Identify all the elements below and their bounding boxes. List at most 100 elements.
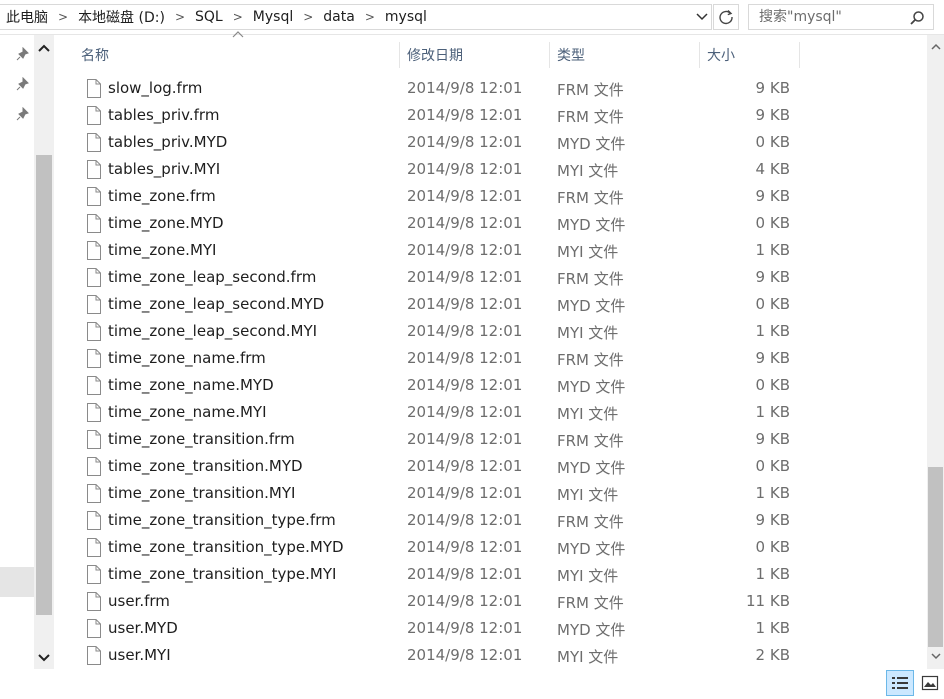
file-type: MYD 文件 (557, 378, 626, 396)
file-modified-date: 2014/9/8 12:01 (407, 430, 523, 448)
file-row[interactable]: time_zone_transition_type.MYI 2014/9/8 1… (72, 561, 928, 588)
file-size: 0 KB (755, 214, 790, 232)
file-icon (87, 295, 101, 314)
scroll-down-button[interactable] (927, 647, 944, 665)
breadcrumb-separator-icon[interactable]: > (171, 10, 189, 24)
file-row[interactable]: time_zone_transition.MYI 2014/9/8 12:01 … (72, 480, 928, 507)
file-type: MYD 文件 (557, 297, 626, 315)
file-name: tables_priv.frm (108, 106, 220, 124)
file-row[interactable]: user.MYI 2014/9/8 12:01 MYI 文件 2 KB (72, 642, 928, 669)
file-list-scrollbar[interactable] (927, 35, 944, 669)
file-type: FRM 文件 (557, 432, 624, 450)
file-name: time_zone.frm (108, 187, 216, 205)
scroll-up-button[interactable] (927, 37, 944, 55)
file-size: 9 KB (755, 511, 790, 529)
file-row[interactable]: time_zone.MYI 2014/9/8 12:01 MYI 文件 1 KB (72, 237, 928, 264)
file-row[interactable]: time_zone_transition_type.frm 2014/9/8 1… (72, 507, 928, 534)
breadcrumb-mysql-folder[interactable]: Mysql (247, 9, 299, 25)
file-row[interactable]: tables_priv.MYD 2014/9/8 12:01 MYD 文件 0 … (72, 129, 928, 156)
breadcrumb-separator-icon[interactable]: > (54, 10, 72, 24)
file-name: time_zone_transition.frm (108, 430, 295, 448)
file-name: time_zone_leap_second.MYI (108, 322, 318, 340)
breadcrumb-separator-icon[interactable]: > (299, 10, 317, 24)
file-name: user.MYI (108, 646, 171, 664)
file-row[interactable]: time_zone.frm 2014/9/8 12:01 FRM 文件 9 KB (72, 183, 928, 210)
breadcrumb-data[interactable]: data (317, 9, 361, 25)
file-name: tables_priv.MYD (108, 133, 228, 151)
breadcrumb-separator-icon[interactable]: > (229, 10, 247, 24)
file-row[interactable]: time_zone_name.MYD 2014/9/8 12:01 MYD 文件… (72, 372, 928, 399)
column-divider[interactable] (799, 42, 800, 68)
file-row[interactable]: user.frm 2014/9/8 12:01 FRM 文件 11 KB (72, 588, 928, 615)
breadcrumb-separator-icon[interactable]: > (361, 10, 379, 24)
file-row[interactable]: time_zone_leap_second.MYD 2014/9/8 12:01… (72, 291, 928, 318)
breadcrumb-mysql-current[interactable]: mysql (379, 9, 433, 25)
file-name: slow_log.frm (108, 79, 203, 97)
refresh-button[interactable] (713, 4, 739, 30)
column-header-date[interactable]: 修改日期 (400, 38, 550, 72)
column-header-size[interactable]: 大小 (700, 38, 800, 72)
file-row[interactable]: time_zone_transition_type.MYD 2014/9/8 1… (72, 534, 928, 561)
file-row[interactable]: time_zone_transition.MYD 2014/9/8 12:01 … (72, 453, 928, 480)
scrollbar-thumb[interactable] (928, 467, 943, 647)
file-row[interactable]: time_zone_name.MYI 2014/9/8 12:01 MYI 文件… (72, 399, 928, 426)
address-history-dropdown[interactable] (693, 5, 711, 29)
file-size: 9 KB (755, 268, 790, 286)
file-row[interactable]: time_zone_transition.frm 2014/9/8 12:01 … (72, 426, 928, 453)
column-header-type[interactable]: 类型 (550, 38, 700, 72)
file-icon (87, 187, 101, 206)
file-name: time_zone_name.frm (108, 349, 266, 367)
file-name: time_zone_leap_second.frm (108, 268, 317, 286)
file-name: user.frm (108, 592, 170, 610)
file-modified-date: 2014/9/8 12:01 (407, 592, 523, 610)
file-name: time_zone_transition_type.frm (108, 511, 336, 529)
file-name: time_zone_transition.MYD (108, 457, 303, 475)
file-type: FRM 文件 (557, 189, 624, 207)
breadcrumb[interactable]: 此电脑 > 本地磁盘 (D:) > SQL > Mysql > data > m… (0, 4, 712, 30)
search-icon[interactable] (909, 10, 925, 26)
file-type: MYD 文件 (557, 540, 626, 558)
scroll-up-button[interactable] (34, 37, 54, 59)
file-type: MYI 文件 (557, 162, 619, 180)
file-row[interactable]: slow_log.frm 2014/9/8 12:01 FRM 文件 9 KB (72, 75, 928, 102)
large-icons-view-button[interactable] (916, 670, 944, 696)
nav-selected-item[interactable] (0, 567, 34, 597)
column-header-name[interactable]: 名称 (72, 31, 400, 72)
file-name: time_zone_leap_second.MYD (108, 295, 325, 313)
search-box[interactable] (748, 4, 934, 30)
breadcrumb-this-pc[interactable]: 此电脑 (0, 7, 54, 27)
pin-icon[interactable] (16, 77, 30, 91)
navigation-pane[interactable] (0, 35, 55, 669)
file-size: 9 KB (755, 430, 790, 448)
file-type: MYD 文件 (557, 135, 626, 153)
file-size: 9 KB (755, 79, 790, 97)
pin-icon[interactable] (16, 47, 30, 61)
file-row[interactable]: time_zone_leap_second.MYI 2014/9/8 12:01… (72, 318, 928, 345)
file-row[interactable]: time_zone_leap_second.frm 2014/9/8 12:01… (72, 264, 928, 291)
search-input[interactable] (757, 8, 911, 26)
file-modified-date: 2014/9/8 12:01 (407, 376, 523, 394)
file-size: 1 KB (755, 241, 790, 259)
scroll-down-button[interactable] (34, 647, 54, 669)
file-row[interactable]: time_zone_name.frm 2014/9/8 12:01 FRM 文件… (72, 345, 928, 372)
sort-ascending-icon (232, 31, 244, 38)
details-view-button[interactable] (886, 670, 914, 696)
pin-icon[interactable] (16, 107, 30, 121)
breadcrumb-local-disk-d[interactable]: 本地磁盘 (D:) (72, 7, 171, 27)
chevron-down-icon (38, 654, 50, 662)
file-icon (87, 565, 101, 584)
scrollbar-thumb[interactable] (36, 155, 52, 615)
navigation-scrollbar[interactable] (34, 35, 54, 669)
file-row[interactable]: time_zone.MYD 2014/9/8 12:01 MYD 文件 0 KB (72, 210, 928, 237)
file-size: 11 KB (746, 592, 790, 610)
file-row[interactable]: tables_priv.frm 2014/9/8 12:01 FRM 文件 9 … (72, 102, 928, 129)
file-size: 4 KB (755, 160, 790, 178)
file-type: FRM 文件 (557, 108, 624, 126)
file-row[interactable]: user.MYD 2014/9/8 12:01 MYD 文件 1 KB (72, 615, 928, 642)
file-icon (87, 349, 101, 368)
file-row[interactable]: tables_priv.MYI 2014/9/8 12:01 MYI 文件 4 … (72, 156, 928, 183)
file-size: 1 KB (755, 484, 790, 502)
breadcrumb-sql[interactable]: SQL (189, 9, 229, 25)
file-type: MYD 文件 (557, 216, 626, 234)
file-icon (87, 241, 101, 260)
